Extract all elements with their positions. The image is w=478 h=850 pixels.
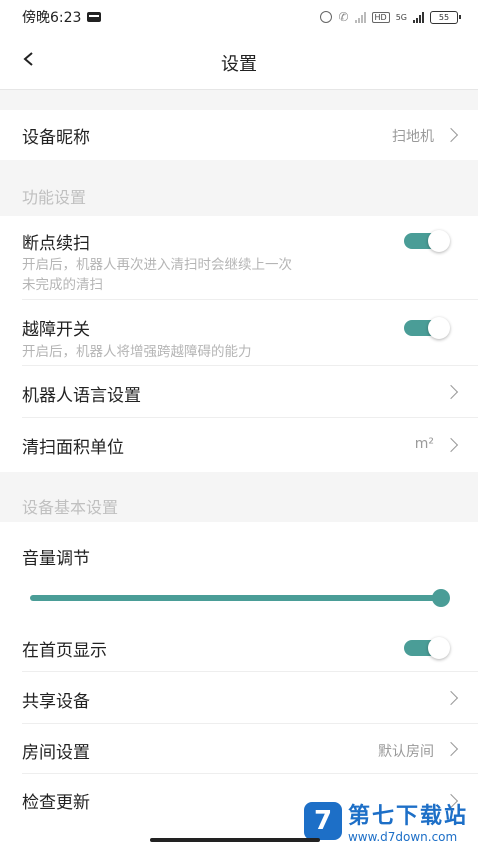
device-nickname-label: 设备昵称: [22, 128, 90, 148]
area-unit-row[interactable]: 清扫面积单位 m²: [0, 418, 478, 472]
robot-language-label: 机器人语言设置: [22, 386, 141, 406]
device-nickname-row[interactable]: 设备昵称 扫地机: [0, 110, 478, 160]
call-icon: ✆: [338, 10, 349, 24]
obstacle-crossing-row: 越障开关 开启后，机器人将增强跨越障碍的能力: [0, 300, 478, 366]
breakpoint-resume-desc-2: 未完成的清扫: [22, 277, 103, 293]
battery-level: 55: [438, 12, 450, 22]
robot-language-row[interactable]: 机器人语言设置: [0, 366, 478, 418]
toggle-knob: [428, 317, 450, 339]
home-indicator[interactable]: [150, 838, 320, 842]
page-title: 设置: [221, 54, 257, 75]
nav-bar: 设置: [0, 34, 478, 90]
message-icon: [87, 12, 102, 22]
room-settings-value: 默认房间: [378, 744, 434, 760]
watermark-url: www.d7down.com: [347, 830, 458, 844]
volume-row: 音量调节: [0, 522, 478, 620]
room-settings-row[interactable]: 房间设置 默认房间: [0, 724, 478, 774]
status-time: 傍晚6:23: [22, 10, 82, 26]
room-settings-label: 房间设置: [22, 743, 90, 763]
section-title: 功能设置: [22, 188, 87, 207]
breakpoint-resume-row: 断点续扫 开启后，机器人再次进入清扫时会继续上一次 未完成的清扫: [0, 216, 478, 300]
status-bar: 傍晚6:23 ✆ HD 5G 55: [0, 0, 478, 34]
show-on-home-label: 在首页显示: [22, 641, 107, 661]
hd-badge: HD: [371, 11, 390, 23]
device-nickname-value: 扫地机: [392, 129, 434, 145]
obstacle-crossing-label: 越障开关: [22, 320, 90, 340]
signal-icon: [354, 11, 366, 23]
volume-label: 音量调节: [22, 549, 90, 569]
obstacle-crossing-toggle[interactable]: [404, 317, 450, 339]
chevron-right-icon: [443, 437, 459, 453]
signal-icon-2: [413, 11, 424, 23]
section-basic-settings: 设备基本设置: [0, 472, 478, 522]
volume-slider-handle[interactable]: [432, 589, 450, 607]
share-device-label: 共享设备: [22, 692, 90, 712]
battery-icon: 55: [430, 10, 461, 24]
breakpoint-resume-label: 断点续扫: [22, 234, 90, 254]
toggle-knob: [428, 230, 450, 252]
chevron-right-icon: [443, 127, 459, 143]
watermark-logo-icon: 7: [303, 802, 342, 840]
share-device-row[interactable]: 共享设备: [0, 672, 478, 724]
chevron-right-icon: [443, 384, 459, 400]
show-on-home-toggle[interactable]: [404, 637, 450, 659]
area-unit-label: 清扫面积单位: [22, 438, 124, 458]
watermark-title: 第七下载站: [347, 804, 468, 829]
breakpoint-resume-toggle[interactable]: [404, 230, 450, 252]
watermark-logo: 7 第七下载站 www.d7down.com: [303, 798, 468, 844]
chevron-right-icon: [443, 690, 459, 706]
network-type: 5G: [395, 12, 407, 22]
section-title: 设备基本设置: [22, 498, 119, 517]
volume-slider-track[interactable]: [30, 595, 448, 601]
chevron-right-icon: [443, 741, 459, 757]
obstacle-crossing-desc: 开启后，机器人将增强跨越障碍的能力: [22, 344, 252, 360]
breakpoint-resume-desc-1: 开启后，机器人再次进入清扫时会继续上一次: [22, 257, 292, 273]
alarm-icon: [320, 11, 333, 23]
section-function-settings: 功能设置: [0, 170, 478, 216]
toggle-knob: [428, 637, 450, 659]
show-on-home-row: 在首页显示: [0, 620, 478, 672]
area-unit-value: m²: [414, 436, 434, 452]
check-update-label: 检查更新: [22, 793, 90, 813]
